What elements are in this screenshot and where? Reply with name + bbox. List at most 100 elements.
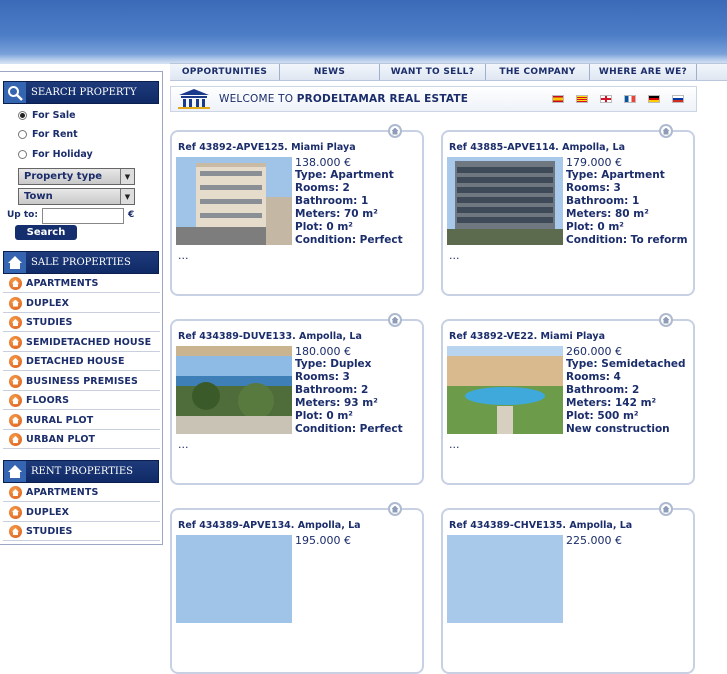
listing-price: 180.000 € — [295, 345, 351, 358]
dropdown-arrow-icon[interactable]: ▼ — [120, 169, 134, 184]
radio-for-holiday[interactable]: For Holiday — [18, 149, 93, 160]
sidebar-item-label: STUDIES — [26, 317, 73, 328]
sidebar-item-rent[interactable]: STUDIES — [3, 523, 160, 541]
listing-photo[interactable] — [447, 535, 563, 623]
company-name: PRODELTAMAR REAL ESTATE — [296, 93, 469, 105]
sidebar-item-sale[interactable]: RURAL PLOT — [3, 412, 160, 430]
sidebar-item-rent[interactable]: APARTMENTS — [3, 484, 160, 502]
sidebar-item-sale[interactable]: SEMIDETACHED HOUSE — [3, 334, 160, 352]
nav-where-are-we[interactable]: WHERE ARE WE? — [590, 64, 697, 80]
listing-condition: Condition: Perfect — [295, 234, 403, 246]
radio-for-rent[interactable]: For Rent — [18, 129, 78, 140]
dropdown-arrow-icon[interactable]: ▼ — [120, 189, 134, 204]
radio-dot-selected[interactable] — [18, 111, 27, 120]
sidebar: SEARCH PROPERTY For Sale For Rent For Ho… — [0, 71, 163, 545]
listing-details: 138.000 € Type: Apartment Rooms: 2 Bathroom… — [295, 156, 403, 247]
listing-price: 260.000 € — [566, 345, 622, 358]
listing-price: 225.000 € — [566, 534, 622, 547]
nav-the-company[interactable]: THE COMPANY — [486, 64, 590, 80]
radio-for-sale[interactable]: For Sale — [18, 110, 76, 121]
nav-want-to-sell[interactable]: WANT TO SELL? — [380, 64, 486, 80]
nav-news[interactable]: NEWS — [280, 64, 380, 80]
sidebar-item-sale[interactable]: BUSINESS PREMISES — [3, 373, 160, 391]
listing-meters: Meters: 142 m² — [566, 397, 657, 409]
listing-reference[interactable]: Ref 434389-CHVE135. Ampolla, La — [449, 520, 632, 531]
listing-details: 195.000 € — [295, 534, 351, 547]
home-icon[interactable] — [388, 313, 402, 327]
home-icon[interactable] — [388, 502, 402, 516]
sidebar-item-sale[interactable]: DETACHED HOUSE — [3, 353, 160, 371]
sidebar-item-rent[interactable]: DUPLEX — [3, 504, 160, 522]
rent-properties-title: RENT PROPERTIES — [31, 466, 134, 477]
listing-photo[interactable] — [176, 157, 292, 245]
listing-card[interactable]: Ref 43885-APVE114. Ampolla, La 179.000 € T… — [441, 124, 695, 296]
listing-reference[interactable]: Ref 434389-APVE134. Ampolla, La — [178, 520, 361, 531]
listing-card[interactable]: Ref 43892-VE22. Miami Playa 260.000 € Type… — [441, 313, 695, 485]
welcome-bar: WELCOME TO PRODELTAMAR REAL ESTATE — [170, 86, 697, 112]
listing-reference[interactable]: Ref 43892-APVE125. Miami Playa — [178, 142, 356, 153]
listing-more[interactable]: ... — [449, 249, 460, 262]
listing-more[interactable]: ... — [178, 249, 189, 262]
radio-label: For Holiday — [32, 149, 93, 160]
upto-label: Up to: — [7, 210, 38, 220]
home-icon[interactable] — [659, 313, 673, 327]
listing-card[interactable]: Ref 434389-CHVE135. Ampolla, La 225.000 € — [441, 502, 695, 674]
house-icon — [9, 505, 22, 519]
listing-details: 225.000 € — [566, 534, 622, 547]
listing-more[interactable]: ... — [449, 438, 460, 451]
listing-reference[interactable]: Ref 434389-DUVE133. Ampolla, La — [178, 331, 362, 342]
radio-dot[interactable] — [18, 130, 27, 139]
catalan-flag-icon[interactable] — [576, 95, 588, 103]
listing-type: Type: Semidetached — [566, 358, 686, 370]
listing-meters: Meters: 80 m² — [566, 208, 649, 220]
listing-type: Type: Apartment — [295, 169, 394, 181]
radio-dot[interactable] — [18, 150, 27, 159]
house-icon — [9, 355, 22, 368]
listing-condition: Condition: To reform — [566, 234, 688, 246]
french-flag-icon[interactable] — [624, 95, 636, 103]
house-icon — [9, 335, 22, 349]
listing-reference[interactable]: Ref 43885-APVE114. Ampolla, La — [449, 142, 625, 153]
listing-more[interactable]: ... — [178, 438, 189, 451]
house-icon — [9, 277, 22, 290]
listing-meters: Meters: 70 m² — [295, 208, 378, 220]
listing-reference[interactable]: Ref 43892-VE22. Miami Playa — [449, 331, 605, 342]
home-icon[interactable] — [659, 502, 673, 516]
listing-bathrooms: Bathroom: 2 — [566, 384, 640, 396]
nav-opportunities[interactable]: OPPORTUNITIES — [170, 64, 280, 80]
property-type-select[interactable]: Property type ▼ — [18, 168, 135, 185]
property-type-value: Property type — [24, 171, 103, 182]
listing-photo[interactable] — [447, 157, 563, 245]
listing-plot: Plot: 500 m² — [566, 410, 639, 422]
sidebar-item-sale[interactable]: FLOORS — [3, 392, 160, 410]
sidebar-item-label: APARTMENTS — [26, 278, 99, 289]
listing-card[interactable]: Ref 43892-APVE125. Miami Playa 138.000 € T… — [170, 124, 424, 296]
listing-photo[interactable] — [447, 346, 563, 434]
town-select[interactable]: Town ▼ — [18, 188, 135, 205]
listing-rooms: Rooms: 3 — [295, 371, 350, 383]
sidebar-item-label: URBAN PLOT — [26, 434, 96, 445]
house-icon — [9, 296, 22, 310]
listing-card[interactable]: Ref 434389-DUVE133. Ampolla, La 180.000 €… — [170, 313, 424, 485]
company-logo[interactable] — [174, 87, 214, 111]
home-icon[interactable] — [659, 124, 673, 138]
max-price-input[interactable] — [42, 208, 124, 224]
sidebar-item-sale[interactable]: DUPLEX — [3, 295, 160, 313]
search-property-title: SEARCH PROPERTY — [31, 87, 137, 98]
search-button[interactable]: Search — [15, 225, 77, 240]
russian-flag-icon[interactable] — [672, 95, 684, 103]
sidebar-item-sale[interactable]: URBAN PLOT — [3, 431, 160, 449]
listing-price: 195.000 € — [295, 534, 351, 547]
listing-details: 260.000 € Type: Semidetached Rooms: 4 Bathr… — [566, 345, 686, 436]
listing-bathrooms: Bathroom: 1 — [295, 195, 369, 207]
listing-card[interactable]: Ref 434389-APVE134. Ampolla, La 195.000 € — [170, 502, 424, 674]
listing-photo[interactable] — [176, 346, 292, 434]
german-flag-icon[interactable] — [648, 95, 660, 103]
home-icon[interactable] — [388, 124, 402, 138]
spanish-flag-icon[interactable] — [552, 95, 564, 103]
sidebar-item-sale[interactable]: STUDIES — [3, 314, 160, 332]
english-flag-icon[interactable] — [600, 95, 612, 103]
sidebar-item-sale[interactable]: APARTMENTS — [3, 275, 160, 293]
listing-condition: New construction — [566, 423, 670, 435]
listing-photo[interactable] — [176, 535, 292, 623]
